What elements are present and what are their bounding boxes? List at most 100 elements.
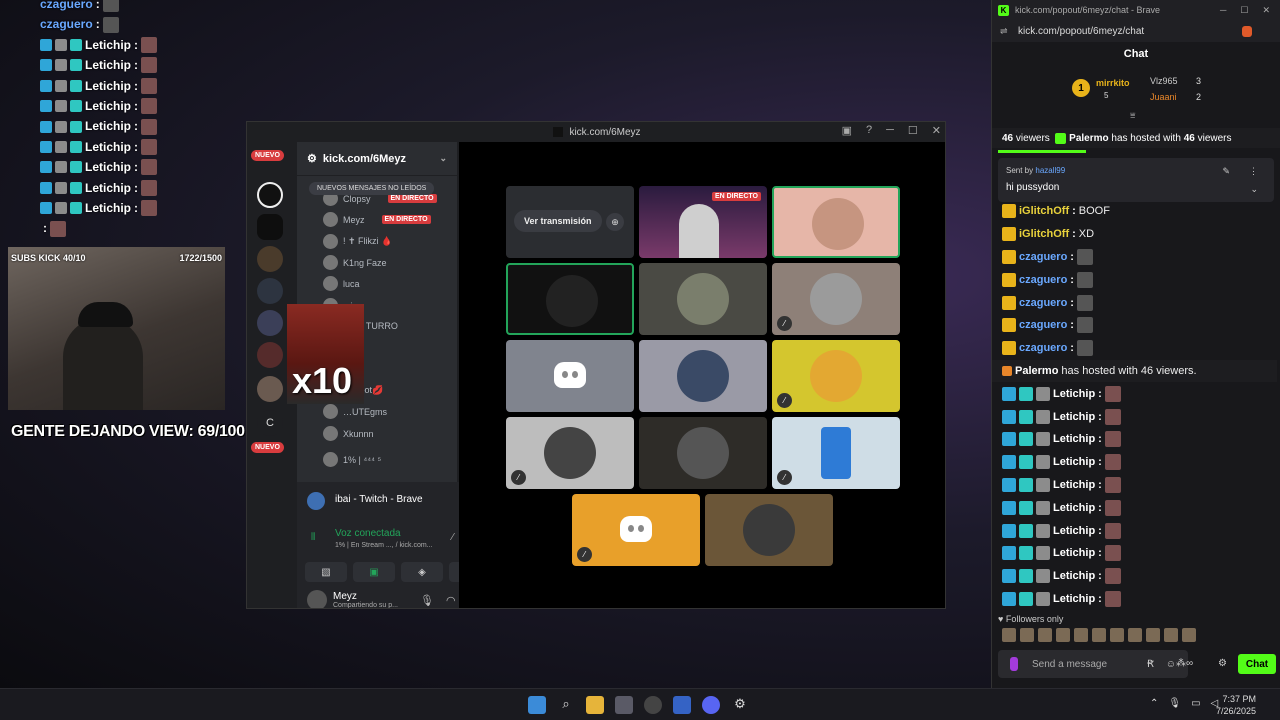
chevron-down-icon[interactable]: ⌄ [439,153,447,164]
emote[interactable] [1110,628,1124,642]
inbox-icon[interactable]: ▣ [842,124,852,137]
message-input[interactable]: Send a message Ꞧ ☺ [998,650,1188,678]
chat-message[interactable]: Letichip: [1002,565,1277,588]
noise-suppress-icon[interactable]: ⁄ [452,532,454,543]
minimize-icon[interactable]: ─ [1220,5,1226,16]
server-c[interactable]: C [257,410,283,436]
close-icon[interactable]: ✕ [932,124,941,137]
chat-username[interactable]: czaguero [1019,297,1067,309]
mic-icon[interactable] [1010,657,1018,671]
voice-connected[interactable]: Voz conectada [335,528,401,539]
send-chat-button[interactable]: Chat [1238,654,1276,674]
live-stream-tile[interactable]: EN DIRECTO [639,186,767,258]
emote[interactable] [1128,628,1142,642]
brave-shield-icon[interactable] [1242,25,1252,37]
chat-username[interactable]: Letichip [1053,411,1095,423]
file-explorer-icon[interactable] [586,696,604,714]
emote[interactable] [1092,628,1106,642]
chat-message[interactable]: iGlitchOff: BOOF [1002,200,1277,223]
discord-icon[interactable] [702,696,720,714]
user-tile[interactable] [506,263,634,335]
voice-member[interactable]: K1ng Faze [323,255,387,270]
user-tile[interactable] [639,417,767,489]
server-icon[interactable] [257,376,283,402]
chat-message[interactable]: czaguero: [1002,291,1277,314]
chat-message[interactable]: czaguero: [1002,314,1277,337]
chat-username[interactable]: iGlitchOff [1019,205,1069,217]
close-icon[interactable]: ✕ [1262,5,1270,16]
chat-username[interactable]: iGlitchOff [1019,228,1069,240]
chat-username[interactable]: Letichip [1053,502,1095,514]
chat-message[interactable]: Letichip: [1002,519,1277,542]
stream-preview-tile[interactable]: Ver transmisión ⊕ [506,186,634,258]
emote[interactable] [1146,628,1160,642]
chat-message[interactable]: iGlitchOff: XD [1002,223,1277,246]
chat-username[interactable]: Letichip [1053,456,1095,468]
chat-username[interactable]: Letichip [1053,479,1095,491]
chat-message[interactable]: Letichip: [1002,428,1277,451]
emote[interactable] [1002,628,1016,642]
obs-icon[interactable] [644,696,662,714]
chat-username[interactable]: Letichip [1053,547,1095,559]
chat-message[interactable]: Letichip: [1002,588,1277,611]
server-icon[interactable] [257,182,283,208]
chat-message[interactable]: Letichip: [1002,405,1277,428]
maximize-icon[interactable]: ☐ [1240,5,1248,16]
new-messages-pill[interactable]: NUEVOS MENSAJES NO LEÍDOS [309,182,435,195]
user-tile[interactable]: ⁄ [572,494,700,566]
server-icon[interactable] [257,278,283,304]
clock[interactable]: 7:37 PM 7/26/2025 [1216,693,1256,717]
voice-member[interactable]: luca [323,276,360,291]
chat-message[interactable]: czaguero: [1002,337,1277,360]
voice-member[interactable]: Xkunnn [323,426,374,441]
emote[interactable] [1056,628,1070,642]
voice-member[interactable]: …UTEgms [323,404,387,419]
emote[interactable] [1182,628,1196,642]
user-tile[interactable] [639,263,767,335]
user-tile[interactable]: ⁄ [772,263,900,335]
search-icon[interactable]: ⌕ [557,696,575,714]
user-tile[interactable] [705,494,833,566]
more-options-icon[interactable]: ⋮ [1249,166,1258,177]
site-settings-icon[interactable]: ⇌ [1000,26,1008,37]
chat-message[interactable]: Letichip: [1002,496,1277,519]
chevron-down-icon[interactable]: ⌄ [1250,184,1258,195]
windows-start-icon[interactable] [528,696,546,714]
activity-button[interactable]: ◈ [401,562,443,582]
host-name[interactable]: Palermo [1069,133,1108,144]
user-tile-speaking[interactable] [772,186,900,258]
user-tile[interactable]: ⁄ [772,340,900,412]
emote[interactable] [1038,628,1052,642]
help-icon[interactable]: ? [866,124,872,137]
chat-message[interactable]: Letichip: [1002,542,1277,565]
settings-gear-icon[interactable]: ⚙ [731,696,749,714]
chat-message[interactable]: Letichip: [1002,451,1277,474]
chevron-up-icon[interactable]: ⌃ [1150,698,1158,709]
server-icon[interactable] [257,246,283,272]
settings-icon[interactable]: ⚙ [1218,658,1227,669]
chat-username[interactable]: Letichip [1053,388,1095,400]
second-gifter-name[interactable]: Vlz965 [1150,76,1178,86]
emoji-icon[interactable]: ☺ [1166,659,1176,670]
new-badge-bottom[interactable]: NUEVO [251,442,284,453]
server-icon[interactable] [257,310,283,336]
voice-member[interactable]: Meyz EN DIRECTO [323,212,431,227]
chat-message[interactable]: czaguero: [1002,246,1277,269]
chat-username[interactable]: czaguero [1019,319,1067,331]
brave-icon[interactable] [673,696,691,714]
extensions-icon[interactable]: ⁂∞ [1176,658,1193,669]
user-tile[interactable] [639,340,767,412]
chat-username[interactable]: Letichip [1053,525,1095,537]
headphones-icon[interactable]: ◠ [446,594,456,607]
microphone-icon[interactable]: 🎙︎ [1168,698,1181,709]
user-tile[interactable]: ⁄ [506,417,634,489]
chat-message[interactable]: czaguero: [1002,268,1277,291]
avatar[interactable] [307,590,327,608]
user-tile[interactable]: ⁄ [772,417,900,489]
maximize-icon[interactable]: ☐ [908,124,918,137]
user-tile[interactable] [506,340,634,412]
pin-icon[interactable]: ✎ [1222,166,1230,177]
watch-stream-button[interactable]: Ver transmisión [514,210,602,232]
chat-username[interactable]: Letichip [1053,593,1095,605]
format-icon[interactable]: Ꞧ [1147,659,1154,670]
